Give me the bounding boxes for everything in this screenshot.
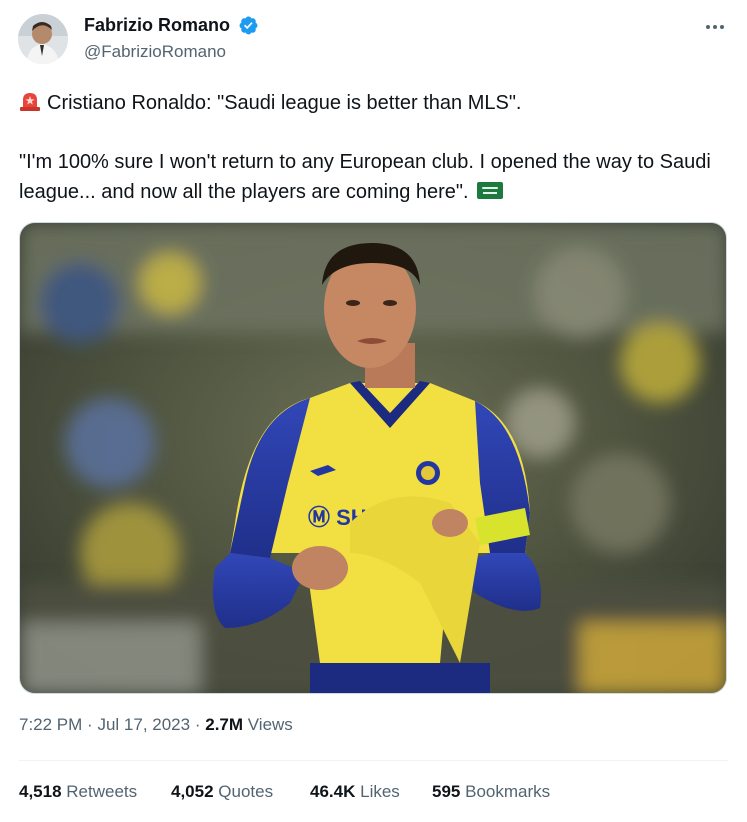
tweet-text-line1: Cristiano Ronaldo: "Saudi league is bett… bbox=[19, 88, 729, 118]
police-siren-icon bbox=[20, 93, 40, 111]
retweets-label: Retweets bbox=[66, 782, 138, 801]
bookmarks-count: 595 bbox=[432, 782, 461, 801]
avatar[interactable] bbox=[18, 14, 68, 64]
tweet-time[interactable]: 7:22 PM bbox=[19, 715, 82, 734]
likes-label: Likes bbox=[360, 782, 400, 801]
retweets-stat[interactable]: 4,518 Retweets bbox=[19, 782, 137, 802]
tweet: Fabrizio Romano @FabrizioRomano Cristian… bbox=[0, 0, 747, 822]
quotes-label: Quotes bbox=[218, 782, 274, 801]
saudi-flag-icon bbox=[476, 182, 503, 199]
divider bbox=[19, 760, 728, 761]
views-count: 2.7M bbox=[205, 715, 244, 734]
author-handle[interactable]: @FabrizioRomano bbox=[84, 42, 226, 62]
likes-count: 46.4K bbox=[310, 782, 356, 801]
author-name[interactable]: Fabrizio Romano bbox=[84, 15, 230, 36]
avatar-image bbox=[18, 14, 68, 64]
views-label: Views bbox=[247, 715, 293, 734]
tweet-date[interactable]: Jul 17, 2023 bbox=[97, 715, 190, 734]
tweet-text-line2-content: "I'm 100% sure I won't return to any Eur… bbox=[19, 151, 711, 203]
bookmarks-stat[interactable]: 595 Bookmarks bbox=[432, 782, 550, 802]
tweet-meta: 7:22 PM · Jul 17, 2023 · 2.7M Views bbox=[19, 715, 293, 735]
tweet-media-photo[interactable]: Ⓜ SHU bbox=[19, 222, 727, 694]
tweet-text-line2: "I'm 100% sure I won't return to any Eur… bbox=[19, 147, 729, 207]
meta-separator: · bbox=[87, 715, 93, 734]
tweet-text-line1-content: Cristiano Ronaldo: "Saudi league is bett… bbox=[47, 92, 522, 114]
more-options-icon[interactable] bbox=[700, 12, 730, 42]
likes-stat[interactable]: 46.4K Likes bbox=[310, 782, 400, 802]
quotes-count: 4,052 bbox=[171, 782, 214, 801]
ronaldo-photo: Ⓜ SHU bbox=[20, 223, 726, 693]
meta-separator: · bbox=[194, 715, 201, 734]
verified-badge-icon bbox=[239, 16, 258, 35]
quotes-stat[interactable]: 4,052 Quotes bbox=[171, 782, 273, 802]
bookmarks-label: Bookmarks bbox=[465, 782, 551, 801]
retweets-count: 4,518 bbox=[19, 782, 62, 801]
